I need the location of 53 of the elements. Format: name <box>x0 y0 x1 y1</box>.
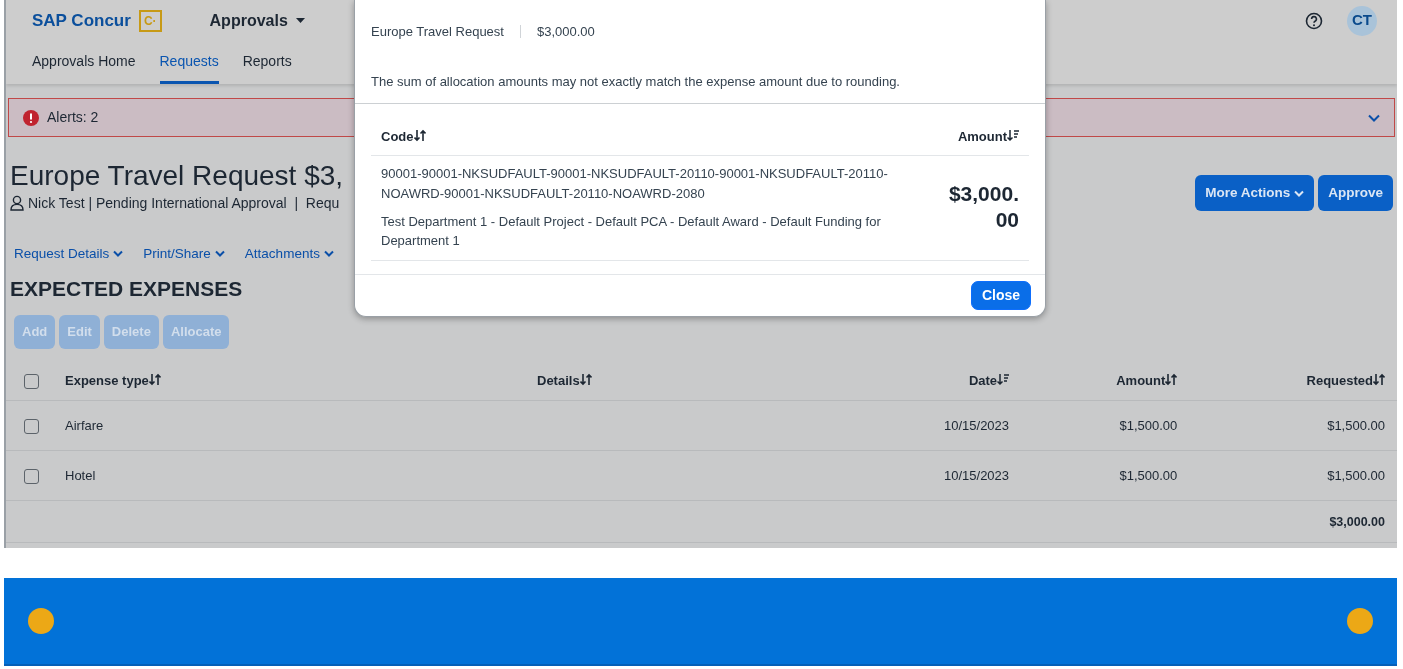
logo-icon: C· <box>138 9 162 32</box>
chevron-icon <box>1294 189 1305 197</box>
section-heading: EXPECTED EXPENSES <box>10 275 243 302</box>
person-icon <box>10 195 24 212</box>
request-amount: $3,000.00 <box>536 23 595 41</box>
indicator-dot <box>28 608 54 634</box>
alerts-label: Alerts: 2 <box>47 108 100 127</box>
chevron-icon <box>1368 113 1380 122</box>
brand-name[interactable]: SAP Concur <box>32 7 131 34</box>
request-title: Europe Travel Request $3, <box>10 159 344 193</box>
nav-tab[interactable]: Requests <box>159 41 219 84</box>
chevron-icon <box>113 250 124 258</box>
table-cell: 10/15/2023 <box>944 417 1010 433</box>
row-checkbox[interactable] <box>24 418 39 434</box>
table-cell: $1,500.00 <box>1327 417 1385 433</box>
column-header[interactable]: Amount <box>1116 372 1178 388</box>
request-name: Europe Travel Request <box>371 23 504 41</box>
more-actions-button[interactable]: More Actions <box>1195 175 1315 212</box>
table-cell: $1,500.00 <box>1327 467 1385 483</box>
caret-icon <box>295 18 305 23</box>
section-link[interactable]: Attachments <box>244 243 334 264</box>
table-cell: Airfare <box>65 417 104 433</box>
section-link[interactable]: Request Details <box>14 243 124 264</box>
column-header[interactable]: Amount <box>957 126 1019 147</box>
table-cell: Hotel <box>65 467 96 483</box>
chevron-icon <box>323 250 334 258</box>
column-header[interactable]: Date <box>968 372 1010 388</box>
user-avatar[interactable]: CT <box>1347 5 1377 36</box>
allocation-description: Test Department 1 - Default Project - Default PCA - Default Award - Default Funding for Department 1 <box>381 213 882 250</box>
total-amount: $3,000.00 <box>1329 514 1385 529</box>
indicator-dot <box>1347 608 1373 634</box>
help-icon <box>1305 11 1323 30</box>
nav-tab[interactable]: Approvals Home <box>32 41 136 84</box>
chevron-icon <box>214 250 225 258</box>
section-link[interactable]: Print/Share <box>143 243 225 264</box>
nav-tab[interactable]: Reports <box>242 41 292 84</box>
allocation-amount: $3,000. 00 <box>948 181 1019 233</box>
approve-button[interactable]: Approve <box>1318 175 1393 212</box>
app-menu[interactable]: Approvals <box>209 8 305 33</box>
column-header[interactable]: Requested <box>1306 372 1385 388</box>
info-note: The sum of allocation amounts may not exactly match the expense amount due to rounding. <box>370 72 901 91</box>
allocation-code: 90001-90001-NKSUDFAULT-90001-NKSUDFAULT-20110-90001-NKSUDFAULT-20110-NOAWRD-90001-NKSUDFAULT-20110-NOAWRD-2080 <box>381 165 889 203</box>
table-cell: 10/15/2023 <box>944 467 1010 483</box>
alert-icon <box>23 109 39 126</box>
select-all-checkbox[interactable] <box>24 373 39 389</box>
close-button[interactable]: Close <box>970 281 1031 310</box>
table-cell: $1,500.00 <box>1119 467 1178 483</box>
column-header[interactable]: Details <box>537 372 592 388</box>
request-subtitle: Nick Test | Pending International Approval | Requ <box>28 193 340 213</box>
column-header[interactable]: Expense type <box>65 372 161 388</box>
table-cell: $1,500.00 <box>1119 417 1178 433</box>
row-checkbox[interactable] <box>24 468 39 484</box>
column-header[interactable]: Code <box>381 126 426 147</box>
